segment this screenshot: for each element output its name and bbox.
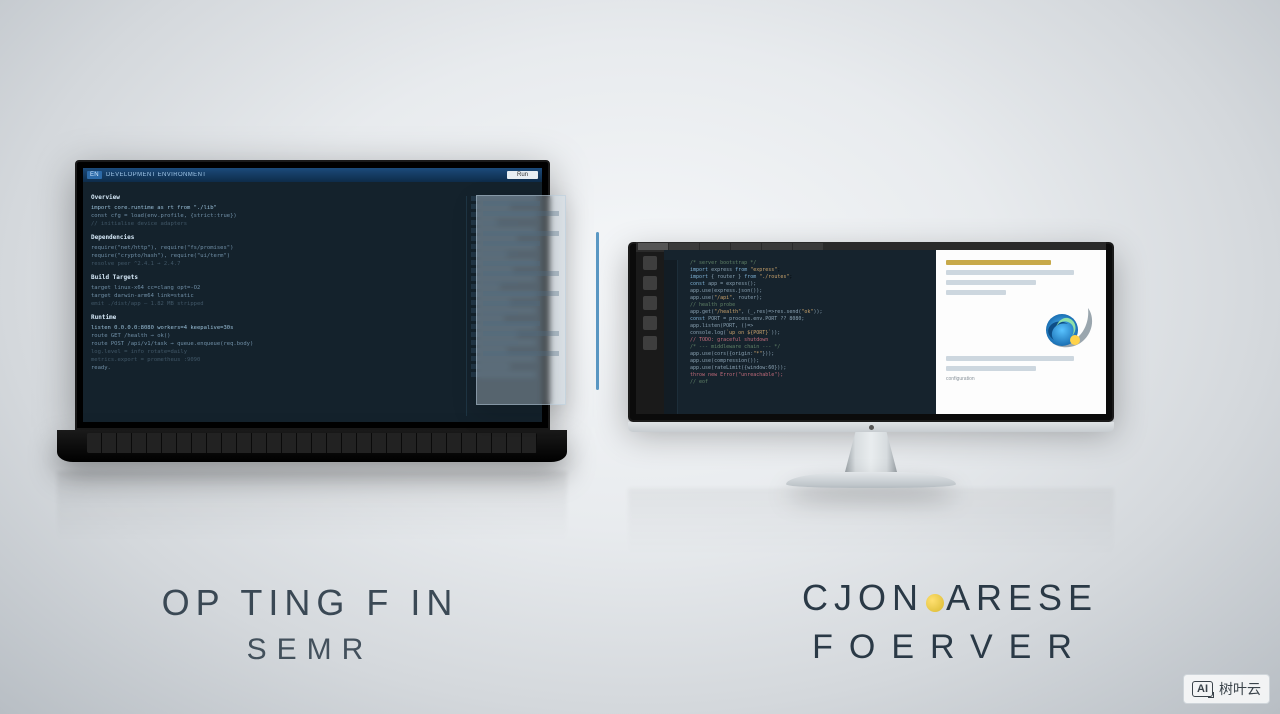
right-caption-suffix: ARESE: [946, 577, 1098, 618]
monitor-activity-bar: [636, 250, 664, 414]
left-caption: OP TING F IN SEMR: [0, 580, 620, 669]
titlebar-badge: EN: [87, 171, 102, 179]
laptop-keyboard: [57, 430, 567, 462]
monitor-screen: /* server bootstrap */ import express fr…: [628, 242, 1114, 422]
right-caption-prefix: CJON: [802, 577, 924, 618]
laptop-reflection: [57, 471, 567, 543]
laptop-titlebar: EN DEVELOPMENT ENVIRONMENT Run: [83, 168, 542, 182]
watermark-text: 树叶云: [1219, 679, 1261, 699]
monitor-editor[interactable]: /* server bootstrap */ import express fr…: [664, 250, 936, 414]
watermark: AI 树叶云: [1183, 674, 1270, 704]
right-caption: CJON ARESE FOERVER: [660, 575, 1240, 669]
doc-panel-note: configuration: [946, 376, 1096, 382]
files-icon[interactable]: [643, 256, 657, 270]
monitor-tab[interactable]: [669, 243, 699, 250]
titlebar-run-button[interactable]: Run: [507, 171, 538, 179]
monitor-reflection: [628, 488, 1114, 558]
monitor-tab[interactable]: [793, 243, 823, 250]
monitor-tab[interactable]: [762, 243, 792, 250]
laptop-code-area: Overview import core.runtime as rt from …: [83, 182, 542, 422]
left-caption-line2: SEMR: [0, 631, 620, 669]
titlebar-title: DEVELOPMENT ENVIRONMENT: [106, 172, 507, 178]
monitor-chin: [628, 422, 1114, 432]
ai-badge-icon: AI: [1192, 681, 1213, 697]
monitor-device: /* server bootstrap */ import express fr…: [628, 242, 1114, 558]
left-caption-line1: OP TING F IN: [0, 580, 620, 625]
monitor-stand: [786, 432, 956, 488]
monitor-tab[interactable]: [731, 243, 761, 250]
floating-overlay-panel: [476, 195, 566, 405]
vertical-separator: [596, 232, 599, 390]
yellow-dot-icon: [926, 594, 944, 612]
git-icon[interactable]: [643, 296, 657, 310]
extensions-icon[interactable]: [643, 336, 657, 350]
search-icon[interactable]: [643, 276, 657, 290]
monitor-tab[interactable]: [638, 243, 668, 250]
globe-swirl-icon: [1034, 294, 1098, 358]
debug-icon[interactable]: [643, 316, 657, 330]
monitor-doc-panel: configuration: [936, 250, 1106, 414]
monitor-tab[interactable]: [700, 243, 730, 250]
right-caption-line1: CJON ARESE: [660, 575, 1240, 620]
right-caption-line2: FOERVER: [660, 626, 1240, 669]
